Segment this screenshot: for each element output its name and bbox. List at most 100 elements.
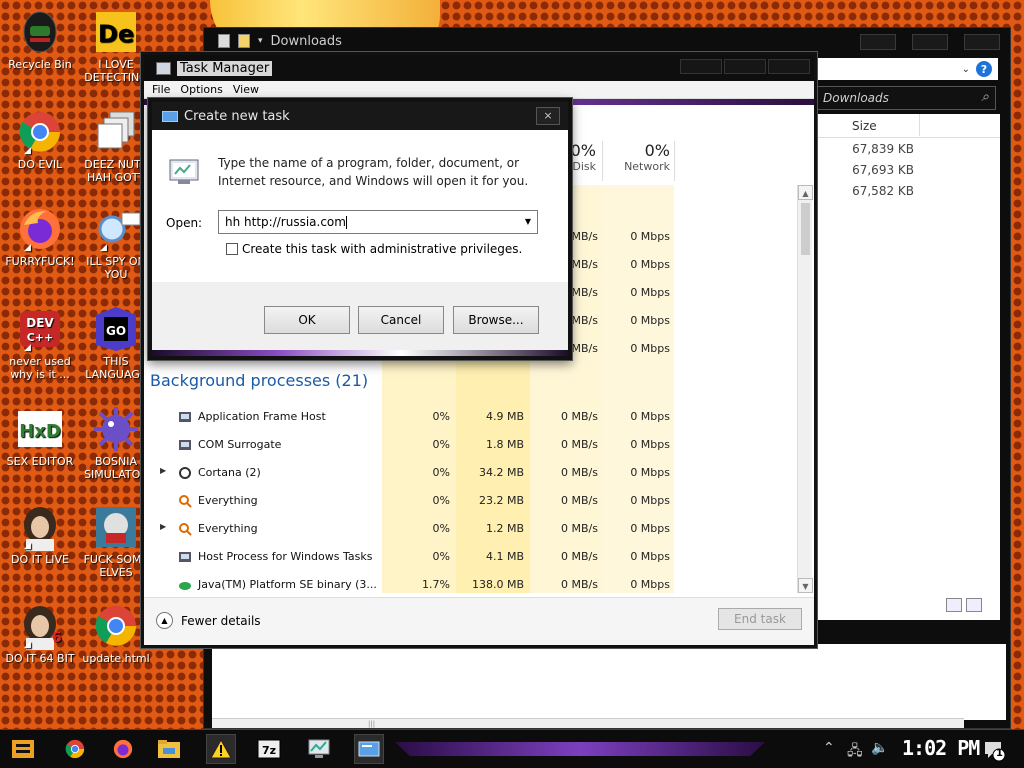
dialog-close-button[interactable]: ×: [536, 107, 560, 125]
desktop-icon-do-it-64-bit[interactable]: 6 ◢ DO IT 64 BIT: [0, 602, 80, 665]
dropdown-arrow-icon[interactable]: ▼: [525, 217, 531, 226]
size-column-header[interactable]: Size: [816, 114, 1000, 138]
desktop-icon-furryfuck[interactable]: ◢ FURRYFUCK!: [0, 205, 80, 268]
vertical-scrollbar[interactable]: ▲ ▼: [797, 185, 813, 593]
notification-count: 1: [996, 748, 1003, 759]
maximize-button[interactable]: [724, 59, 766, 74]
menu-view[interactable]: View: [233, 83, 259, 96]
mem-value: 34.2 MB: [478, 466, 524, 479]
net-value: 0 Mbps: [630, 494, 670, 507]
file-row[interactable]: 67,582 KB: [816, 180, 1000, 201]
search-input[interactable]: Downloads ⌕: [816, 86, 996, 110]
process-row[interactable]: Host Process for Windows Tasks 0% 4.1 MB 0 …: [144, 543, 800, 571]
admin-privileges-label: Create this task with administrative pri…: [242, 242, 523, 256]
network-label: Network: [624, 160, 670, 173]
maximize-button[interactable]: [912, 34, 948, 50]
action-center-button[interactable]: 1: [982, 738, 1006, 762]
taskbar-chrome[interactable]: [60, 734, 90, 764]
large-icons-view-icon[interactable]: [966, 598, 982, 612]
process-row[interactable]: COM Surrogate 0% 1.8 MB 0 MB/s 0 Mbps: [144, 431, 800, 459]
task-manager-icon: [156, 61, 171, 75]
taskbar-firefox[interactable]: [108, 734, 138, 764]
start-button[interactable]: [8, 734, 38, 764]
process-name: COM Surrogate: [198, 438, 282, 451]
checkbox-box[interactable]: [226, 243, 238, 255]
volume-icon[interactable]: 🔈: [871, 740, 888, 756]
taskbar-file-explorer[interactable]: [154, 734, 184, 764]
ok-button[interactable]: OK: [264, 306, 350, 334]
horizontal-scrollbar[interactable]: |||: [212, 718, 964, 728]
process-row[interactable]: Everything 0% 23.2 MB 0 MB/s 0 Mbps: [144, 487, 800, 515]
desktop-icon-label: SEX EDITOR: [6, 455, 74, 468]
background-processes-group[interactable]: Background processes (21): [150, 371, 368, 390]
new-folder-icon[interactable]: [238, 34, 250, 48]
minimize-button[interactable]: [680, 59, 722, 74]
taskbar-warning-app[interactable]: [206, 734, 236, 764]
folder-icon: [158, 740, 180, 758]
desktop-icon-recycle-bin[interactable]: Recycle Bin: [0, 8, 80, 71]
chevron-down-icon[interactable]: ▾: [258, 36, 263, 46]
scroll-up-arrow[interactable]: ▲: [798, 185, 813, 200]
browse-button[interactable]: Browse...: [453, 306, 539, 334]
mem-value: 138.0 MB: [471, 578, 524, 591]
cpu-value: 0%: [432, 550, 450, 563]
process-row[interactable]: ▶ Cortana (2) 0% 34.2 MB 0 MB/s 0 Mbps: [144, 459, 800, 487]
file-list[interactable]: Size 67,839 KB 67,693 KB 67,582 KB: [816, 114, 1000, 620]
dialog-titlebar[interactable]: Create new task: [152, 102, 568, 130]
net-value: 0 Mbps: [630, 230, 670, 243]
expand-chevron-icon[interactable]: ▶: [160, 522, 166, 531]
desktop-icon-never-used[interactable]: DEV C++ ◢ never used why is it ...: [0, 305, 80, 381]
net-value: 0 Mbps: [630, 466, 670, 479]
cancel-button[interactable]: Cancel: [358, 306, 444, 334]
task-manager-title: Task Manager: [177, 60, 273, 76]
search-icon[interactable]: ⌕: [981, 89, 989, 105]
scroll-grip-icon[interactable]: |||: [368, 720, 375, 728]
minimize-button[interactable]: [860, 34, 896, 50]
taskbar-run-dialog[interactable]: [354, 734, 384, 764]
taskbar-task-manager[interactable]: [304, 734, 334, 764]
admin-privileges-checkbox[interactable]: Create this task with administrative pri…: [226, 242, 522, 256]
taskbar-7zip[interactable]: 7z: [254, 734, 284, 764]
properties-icon[interactable]: [218, 34, 230, 48]
end-task-button[interactable]: End task: [718, 608, 802, 630]
chrome-icon: [65, 739, 85, 759]
desktop-icon-do-evil[interactable]: ◢ DO EVIL: [0, 108, 80, 171]
chrome-icon: [92, 602, 140, 650]
svg-text:HxD: HxD: [19, 421, 61, 442]
file-row[interactable]: 67,839 KB: [816, 138, 1000, 159]
create-new-task-dialog[interactable]: Create new task × Type the name of a pro…: [148, 98, 572, 360]
column-divider[interactable]: [919, 114, 920, 136]
7zip-icon: 7z: [257, 739, 281, 759]
menu-options[interactable]: Options: [180, 83, 222, 96]
desktop-icon-sex-editor[interactable]: HxD SEX EDITOR: [0, 405, 80, 468]
process-row[interactable]: Application Frame Host 0% 4.9 MB 0 MB/s 0 Mb…: [144, 403, 800, 431]
menu-file[interactable]: File: [152, 83, 170, 96]
scroll-thumb[interactable]: [801, 203, 810, 255]
network-icon[interactable]: 🖧: [847, 740, 863, 764]
close-button[interactable]: [768, 59, 810, 74]
details-view-icon[interactable]: [946, 598, 962, 612]
ribbon-area: ⌄ ?: [816, 58, 998, 80]
close-button[interactable]: [964, 34, 1000, 50]
clock[interactable]: 1:02 PM: [902, 736, 980, 760]
chevron-up-icon[interactable]: ⌃: [823, 740, 835, 756]
run-icon: [162, 110, 178, 122]
cpu-value: 0%: [432, 494, 450, 507]
dialog-body: Type the name of a program, folder, docu…: [152, 130, 568, 282]
file-row[interactable]: 67,693 KB: [816, 159, 1000, 180]
process-row[interactable]: ▶ Everything 0% 1.2 MB 0 MB/s 0 Mbps: [144, 515, 800, 543]
help-icon[interactable]: ?: [976, 61, 992, 77]
expand-chevron-icon[interactable]: ▶: [160, 466, 166, 475]
network-column-header[interactable]: 0% Network: [606, 141, 670, 173]
fewer-details-button[interactable]: ▲ Fewer details: [156, 612, 261, 629]
scroll-down-arrow[interactable]: ▼: [798, 578, 813, 593]
net-value: 0 Mbps: [630, 578, 670, 591]
chevron-down-icon[interactable]: ⌄: [962, 64, 970, 75]
process-row[interactable]: Java(TM) Platform SE binary (3... 1.7% 138…: [144, 571, 800, 599]
desktop-icon-label: never used why is it ...: [9, 355, 71, 381]
header-divider: [602, 141, 603, 181]
open-combobox[interactable]: hh http://russia.com ▼: [218, 210, 538, 234]
desktop-icon-label: DO IT LIVE: [11, 553, 69, 566]
mem-value: 4.9 MB: [485, 410, 524, 423]
desktop-icon-do-it-live[interactable]: ◢ DO IT LIVE: [0, 503, 80, 566]
